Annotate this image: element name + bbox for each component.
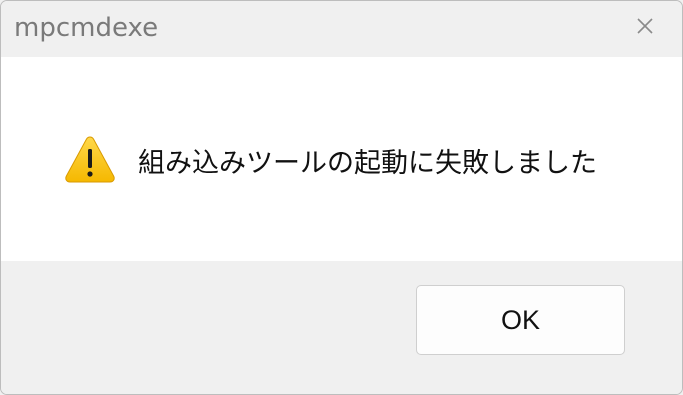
error-message: 組み込みツールの起動に失敗しました xyxy=(138,148,597,179)
message-area: 組み込みツールの起動に失敗しました xyxy=(1,57,682,261)
close-icon xyxy=(636,17,654,39)
message-dialog: mpcmdexe 組み込みツールの起動に失敗しました OK xyxy=(0,0,683,395)
close-button[interactable] xyxy=(622,10,668,46)
warning-icon xyxy=(64,134,116,184)
button-bar: OK xyxy=(1,261,682,394)
ok-button[interactable]: OK xyxy=(416,285,625,355)
title-bar: mpcmdexe xyxy=(1,1,682,57)
window-title: mpcmdexe xyxy=(14,13,159,43)
